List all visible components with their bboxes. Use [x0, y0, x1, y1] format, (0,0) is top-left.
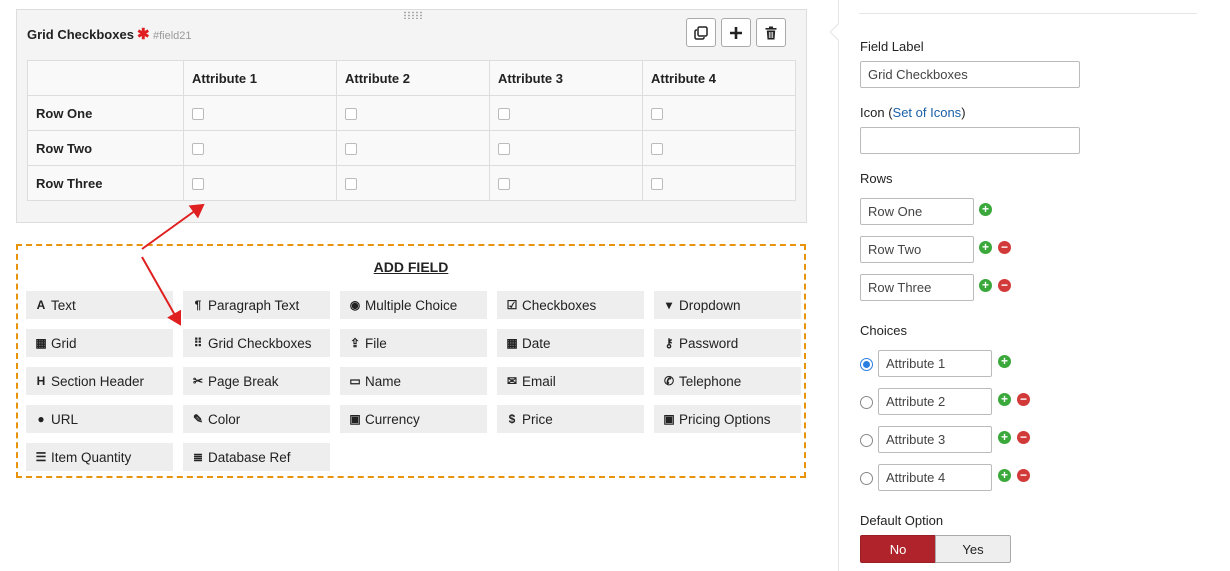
add-choice-icon[interactable]: + — [998, 469, 1011, 482]
row-input[interactable] — [860, 274, 974, 301]
add-choice-icon[interactable]: + — [998, 355, 1011, 368]
default-choice-radio[interactable] — [860, 434, 873, 447]
remove-choice-icon[interactable]: − — [1017, 431, 1030, 444]
choice-input[interactable] — [878, 350, 992, 377]
choice-input[interactable] — [878, 464, 992, 491]
choice-input[interactable] — [878, 388, 992, 415]
remove-choice-icon[interactable]: − — [1017, 469, 1030, 482]
field-settings-sidebar: Field Label Icon (Set of Icons) Rows + +… — [829, 0, 1230, 571]
add-choice-icon[interactable]: + — [998, 431, 1011, 444]
field-label-title: Field Label — [860, 39, 924, 54]
remove-choice-icon[interactable]: − — [1017, 393, 1030, 406]
default-choice-radio[interactable] — [860, 472, 873, 485]
sidebar-divider — [859, 13, 1197, 14]
annotation-arrows — [141, 203, 205, 326]
icon-input[interactable] — [860, 127, 1080, 154]
icon-title-text: Icon — [860, 105, 885, 120]
remove-row-icon[interactable]: − — [998, 279, 1011, 292]
default-option-title: Default Option — [860, 513, 944, 528]
default-option-yes-button[interactable]: Yes — [935, 535, 1011, 563]
rows-title: Rows — [860, 171, 893, 186]
default-option-no-button[interactable]: No — [860, 535, 936, 563]
choices-title: Choices — [860, 323, 907, 338]
remove-row-icon[interactable]: − — [998, 241, 1011, 254]
icon-title: Icon (Set of Icons) — [860, 105, 966, 120]
field-label-input[interactable] — [860, 61, 1080, 88]
default-choice-radio[interactable] — [860, 358, 873, 371]
add-row-icon[interactable]: + — [979, 241, 992, 254]
arrow-to-grid — [141, 203, 205, 250]
row-input[interactable] — [860, 198, 974, 225]
sidebar-pointer — [829, 23, 847, 41]
choice-input[interactable] — [878, 426, 992, 453]
add-row-icon[interactable]: + — [979, 203, 992, 216]
add-choice-icon[interactable]: + — [998, 393, 1011, 406]
default-choice-radio[interactable] — [860, 396, 873, 409]
arrow-to-grid-checkboxes — [141, 256, 182, 326]
set-of-icons-link[interactable]: Set of Icons — [893, 105, 962, 120]
row-input[interactable] — [860, 236, 974, 263]
add-row-icon[interactable]: + — [979, 279, 992, 292]
